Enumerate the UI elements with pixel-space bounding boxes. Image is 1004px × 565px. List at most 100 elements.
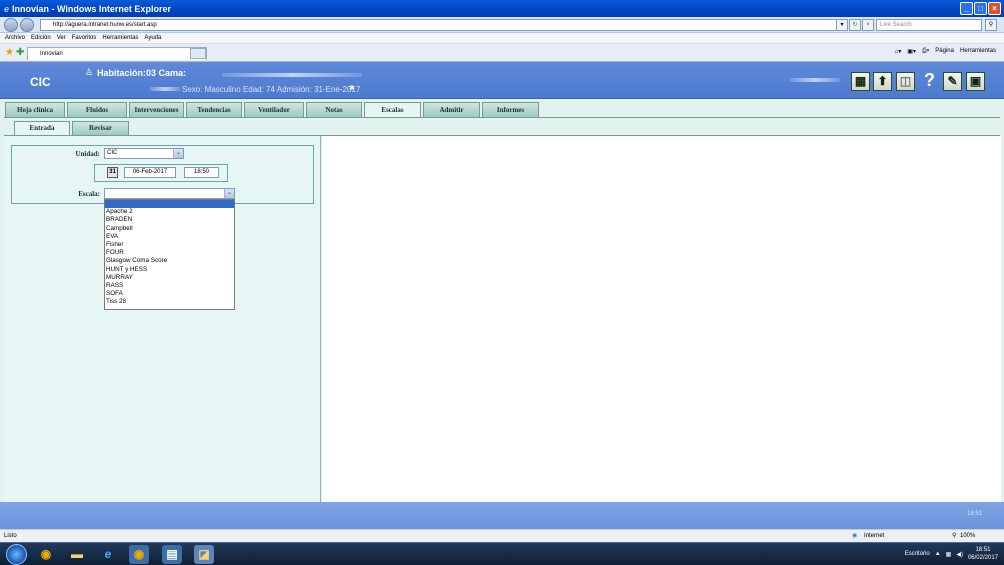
escala-option[interactable]: Fisher	[105, 241, 234, 249]
menu-ver[interactable]: Ver	[57, 33, 66, 43]
escala-option[interactable]: Glasgow Coma Score	[105, 257, 234, 265]
window-title-bar: e Innovian - Windows Internet Explorer _…	[0, 0, 1004, 17]
escala-option[interactable]: FOUR	[105, 249, 234, 257]
volume-icon[interactable]: ◀)	[956, 551, 963, 558]
tab-notas[interactable]: Notas	[306, 102, 362, 117]
chevron-down-icon: ⌄	[224, 189, 234, 198]
system-tray: Escritorio ▲ ▦ ◀) 18:51 06/02/2017	[905, 546, 998, 562]
new-tab-button[interactable]	[190, 48, 206, 59]
tab-informes[interactable]: Informes	[482, 102, 539, 117]
unidad-select[interactable]: CIC ⌄	[104, 148, 184, 159]
escala-option[interactable]: Apache 2	[105, 208, 234, 216]
search-icon[interactable]: ⚲	[985, 19, 997, 31]
network-icon[interactable]: ▦	[946, 551, 952, 558]
page-menu[interactable]: Página	[935, 48, 954, 55]
tab-divider	[4, 117, 1000, 118]
minimize-button[interactable]: _	[960, 2, 973, 15]
zoom-icon[interactable]: ⚲	[952, 530, 956, 542]
escala-option[interactable]: BRADEN	[105, 216, 234, 224]
person-icon[interactable]: ⬆	[873, 72, 892, 91]
tray-expand-icon[interactable]: ▲	[935, 551, 941, 557]
windows-taskbar: ◉ ▬ e ◉ ▤ ◪ Escritorio ▲ ▦ ◀) 18:51 06/0…	[0, 542, 1004, 565]
menu-archivo[interactable]: Archivo	[5, 33, 25, 43]
date-field[interactable]: 06-Feb-2017	[124, 167, 176, 178]
escala-option[interactable]: MURRAY	[105, 274, 234, 282]
tab-intervenciones[interactable]: Intervenciones	[129, 102, 184, 117]
globe-icon: ◉	[852, 533, 858, 539]
menu-ayuda[interactable]: Ayuda	[144, 33, 161, 43]
home-icon[interactable]: ⌂▾	[895, 48, 902, 55]
app-header: CIC ♙ Habitación:03 Cama: Sexo: Masculin…	[0, 62, 1004, 99]
zoom-level[interactable]: 100%	[960, 530, 975, 542]
maximize-button[interactable]: □	[974, 2, 987, 15]
calendar-icon[interactable]: 31	[107, 167, 118, 178]
tab-escalas[interactable]: Escalas	[364, 102, 421, 118]
stop-icon[interactable]: ×	[862, 19, 874, 31]
start-button[interactable]	[6, 544, 27, 565]
help-icon[interactable]: ?	[920, 71, 939, 91]
redacted-id	[150, 87, 180, 91]
chrome-taskbar-icon[interactable]: ◉	[36, 545, 56, 564]
tab-fluidos[interactable]: Fluidos	[67, 102, 127, 117]
forward-button[interactable]	[20, 18, 34, 32]
grid-icon[interactable]: ▦	[851, 72, 870, 91]
add-favorite-icon[interactable]: ✚	[16, 47, 24, 58]
print-icon[interactable]: ⎙▾	[922, 48, 929, 55]
tab-tendencias[interactable]: Tendencias	[186, 102, 242, 117]
app-footer: 18:51	[0, 502, 1004, 529]
document-taskbar-icon[interactable]: ▤	[162, 545, 182, 564]
live-search-input[interactable]: Live Search	[876, 19, 982, 31]
feeds-icon[interactable]: ▣▾	[907, 48, 916, 55]
menu-herramientas[interactable]: Herramientas	[102, 33, 138, 43]
favorites-star-icon[interactable]: ★	[5, 47, 14, 58]
address-toolbar: http://aguera.intranet.hunw.es/start.asp…	[0, 17, 1004, 33]
chrome-active-taskbar-icon[interactable]: ◉	[129, 545, 149, 564]
command-bar: ⌂▾ ▣▾ ⎙▾ Página Herramientas	[895, 48, 996, 55]
menu-edicion[interactable]: Edición	[31, 33, 51, 43]
desktop-label[interactable]: Escritorio	[905, 551, 930, 557]
browser-tab-innovian[interactable]: Innovian	[27, 47, 207, 60]
lock-icon[interactable]: ▣	[966, 72, 985, 91]
subtab-revisar[interactable]: Revisar	[72, 121, 129, 135]
time-field[interactable]: 18:50	[184, 167, 219, 178]
subtab-entrada[interactable]: Entrada	[14, 121, 70, 136]
tray-time: 18:51	[975, 547, 991, 553]
escala-option[interactable]: SOFA	[105, 290, 234, 298]
address-input[interactable]: http://aguera.intranet.hunw.es/start.asp	[40, 19, 844, 31]
escala-option[interactable]: RASS	[105, 282, 234, 290]
tab-admitir[interactable]: Admitir	[423, 102, 480, 117]
favorites-bar: ★ ✚ Innovian ⌂▾ ▣▾ ⎙▾ Página Herramienta…	[0, 44, 1004, 62]
unit-badge: CIC	[30, 75, 51, 89]
pen-icon[interactable]: ✎	[943, 72, 962, 91]
folder-taskbar-icon[interactable]: ▬	[67, 545, 87, 564]
escala-select[interactable]: ⌄	[104, 188, 235, 199]
escala-option[interactable]: EVA	[105, 233, 234, 241]
browser-status-bar: Listo ◉ Internet ⚲ 100%	[0, 529, 1004, 542]
info-icon[interactable]: ✱	[349, 84, 355, 92]
escala-option-empty[interactable]	[105, 200, 234, 209]
redacted-name	[222, 73, 362, 77]
escala-option[interactable]: Campbell	[105, 225, 234, 233]
app-taskbar-icon[interactable]: ◪	[194, 545, 214, 564]
escala-option[interactable]: Tiss 28	[105, 298, 234, 306]
main-tabs: Hoja clínica Fluidos Intervenciones Tend…	[0, 102, 1004, 118]
ie-taskbar-icon[interactable]: e	[98, 545, 118, 564]
tab-hoja-clinica[interactable]: Hoja clínica	[5, 102, 65, 117]
scale-content-panel	[322, 136, 1001, 502]
window-icon[interactable]: ◫	[896, 72, 915, 91]
address-dropdown-icon[interactable]: ▾	[836, 19, 848, 31]
escala-option[interactable]: HUNT y HESS	[105, 266, 234, 274]
ie-logo-icon: e	[4, 3, 10, 14]
close-window-button[interactable]: ×	[988, 2, 1001, 15]
tools-menu[interactable]: Herramientas	[960, 48, 996, 55]
refresh-icon[interactable]: ↻	[849, 19, 861, 31]
tab-ventilador[interactable]: Ventilador	[244, 102, 304, 117]
menu-favoritos[interactable]: Favoritos	[72, 33, 97, 43]
tray-clock[interactable]: 18:51 06/02/2017	[968, 546, 998, 562]
chevron-down-icon: ⌄	[173, 149, 183, 158]
redacted-user	[790, 78, 840, 82]
unidad-label: Unidad:	[75, 150, 100, 158]
back-button[interactable]	[4, 18, 18, 32]
escala-dropdown-list: Apache 2 BRADEN Campbell EVA Fisher FOUR…	[104, 199, 235, 310]
escala-label: Escala:	[78, 190, 100, 198]
